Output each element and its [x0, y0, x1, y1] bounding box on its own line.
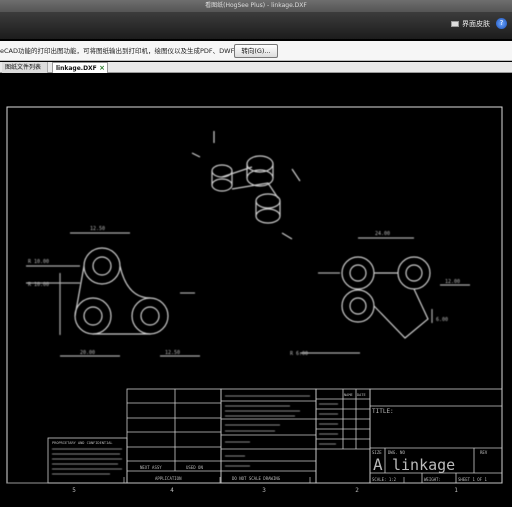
cad-drawing: 5 4 3 2 1 R 10.00 R 10.00 12.50 20.00 12… — [6, 106, 503, 494]
name-column-label: NAME — [344, 393, 353, 397]
dim-label: 12.50 — [165, 350, 180, 356]
info-bar: eCAD功能的打印出图功能，可将图纸输出到打印机，绘图仪以及生成PDF、DWF等… — [0, 41, 512, 61]
tab-file-list-label: 图纸文件列表 — [5, 64, 42, 71]
weight-label: WEIGHT: — [424, 477, 441, 482]
dim-label: 20.00 — [80, 350, 95, 356]
main-toolbar: 界面皮肤 ? — [0, 12, 512, 40]
title-label: TITLE: — [372, 408, 394, 415]
size-value: A — [373, 455, 383, 474]
front-view — [26, 232, 200, 357]
info-message: eCAD功能的打印出图功能，可将图纸输出到打印机，绘图仪以及生成PDF、DWF等 — [0, 47, 241, 55]
dim-label: R 10.00 — [28, 259, 49, 265]
convert-button[interactable]: 转向(G)... — [234, 44, 278, 58]
sheet-border — [6, 106, 503, 484]
next-assy-label: NEXT ASSY — [140, 465, 162, 470]
isometric-view — [191, 131, 301, 240]
tab-file-list[interactable]: 图纸文件列表 — [2, 62, 48, 73]
proprietary-title: PROPRIETARY AND CONFIDENTIAL — [52, 441, 113, 445]
tab-linkage-label: linkage.DXF — [56, 65, 97, 72]
side-view — [300, 237, 470, 354]
skin-button-label: 界面皮肤 — [462, 20, 490, 28]
drawing-canvas[interactable]: 5 4 3 2 1 R 10.00 R 10.00 12.50 20.00 12… — [0, 73, 512, 507]
application-label: APPLICATION — [155, 476, 182, 481]
dwg-no-label: DWG. NO — [388, 450, 405, 455]
rev-label: REV — [480, 450, 488, 455]
document-tabs: 图纸文件列表 linkage.DXF × — [0, 62, 512, 73]
help-icon[interactable]: ? — [496, 18, 507, 29]
used-on-label: USED ON — [186, 465, 203, 470]
dim-label: R 10.00 — [28, 282, 49, 288]
zone-number: 5 — [72, 487, 76, 494]
skin-button[interactable]: 界面皮肤 — [451, 17, 490, 31]
window-title-bar: 看图纸(HogSee Plus) - linkage.DXF — [0, 0, 512, 12]
dim-label: R 6.00 — [290, 351, 308, 357]
drawing-name: linkage — [392, 456, 455, 474]
dim-label: 12.50 — [90, 226, 105, 232]
zone-number: 2 — [355, 487, 359, 494]
dim-label: 12.00 — [445, 279, 460, 285]
date-column-label: DATE — [357, 393, 366, 397]
zone-number: 3 — [262, 487, 266, 494]
zone-numbers: 5 4 3 2 1 — [72, 487, 458, 494]
dim-label: 6.00 — [436, 317, 448, 323]
tab-linkage[interactable]: linkage.DXF × — [52, 62, 108, 73]
dim-label: 24.00 — [375, 231, 390, 237]
zone-number: 4 — [170, 487, 174, 494]
side-view-dims: R 6.00 24.00 12.00 6.00 — [290, 231, 460, 357]
zone-number: 1 — [454, 487, 458, 494]
do-not-scale-label: DO NOT SCALE DRAWING — [232, 476, 281, 481]
front-view-dims: R 10.00 R 10.00 12.50 20.00 12.50 — [28, 226, 180, 356]
sheet-label: SHEET 1 OF 1 — [458, 477, 487, 482]
scale-label: SCALE: 1:2 — [372, 477, 397, 482]
window-title: 看图纸(HogSee Plus) - linkage.DXF — [205, 2, 307, 9]
monitor-icon — [451, 21, 459, 27]
